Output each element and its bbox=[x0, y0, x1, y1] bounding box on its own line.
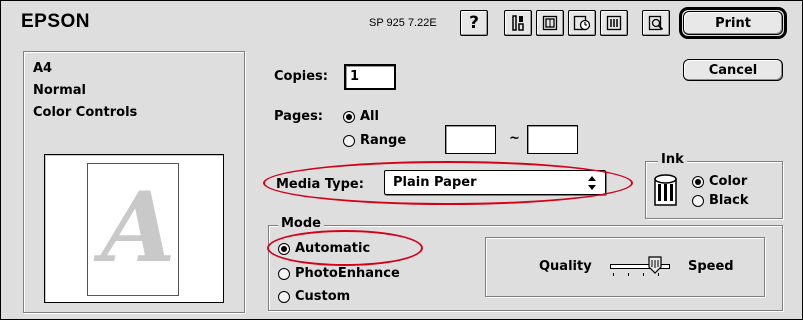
slider-tick bbox=[628, 273, 629, 276]
pages-all-label: All bbox=[360, 109, 379, 124]
range-separator: ~ bbox=[509, 131, 520, 146]
background-print-button[interactable] bbox=[568, 10, 596, 36]
preview-button[interactable] bbox=[642, 10, 670, 36]
slider-thumb-icon bbox=[648, 256, 662, 274]
summary-paper-size: A4 bbox=[33, 61, 53, 76]
help-icon: ? bbox=[469, 13, 479, 33]
brand-logo: EPSON bbox=[21, 11, 91, 32]
mode-group-label: Mode bbox=[278, 216, 324, 231]
preview-letter: A bbox=[101, 171, 176, 284]
printer-settings-icon bbox=[606, 15, 622, 31]
media-type-highlight bbox=[263, 161, 633, 205]
utility-icon bbox=[512, 15, 524, 31]
help-button[interactable]: ? bbox=[460, 10, 488, 36]
layout-icon bbox=[542, 15, 558, 31]
quality-label: Quality bbox=[539, 259, 592, 274]
ink-color-label: Color bbox=[709, 174, 748, 189]
slider-tick bbox=[613, 273, 614, 276]
pages-range-radio[interactable] bbox=[343, 135, 355, 147]
print-dialog: EPSON SP 925 7.22E ? Print Cancel A4 Nor… bbox=[0, 0, 803, 320]
mode-automatic-highlight bbox=[267, 230, 423, 266]
copies-label: Copies: bbox=[274, 69, 328, 84]
ink-cartridge-icon bbox=[654, 174, 677, 206]
mode-custom-label: Custom bbox=[295, 289, 351, 304]
summary-color-mode: Color Controls bbox=[33, 105, 138, 120]
range-to-input[interactable] bbox=[527, 125, 578, 154]
ink-black-radio[interactable] bbox=[692, 195, 704, 207]
copies-input[interactable]: 1 bbox=[344, 64, 396, 90]
pages-label: Pages: bbox=[274, 109, 324, 124]
print-button[interactable]: Print bbox=[683, 11, 783, 35]
speed-label: Speed bbox=[688, 259, 734, 274]
mode-photoenhance-radio[interactable] bbox=[278, 268, 290, 280]
ink-black-label: Black bbox=[709, 193, 749, 208]
cancel-button[interactable]: Cancel bbox=[683, 59, 783, 81]
quality-speed-slider-thumb[interactable] bbox=[648, 256, 662, 278]
printer-settings-button[interactable] bbox=[600, 10, 628, 36]
preview-icon bbox=[648, 15, 664, 31]
layout-button[interactable] bbox=[536, 10, 564, 36]
mode-photoenhance-label: PhotoEnhance bbox=[295, 266, 400, 281]
pages-all-radio[interactable] bbox=[343, 111, 355, 123]
utility-button[interactable] bbox=[504, 10, 532, 36]
slider-tick bbox=[643, 273, 644, 276]
background-print-icon bbox=[573, 15, 591, 31]
summary-orientation: Normal bbox=[33, 83, 86, 98]
ink-color-radio[interactable] bbox=[692, 176, 704, 188]
pages-range-label: Range bbox=[360, 133, 407, 148]
range-from-input[interactable] bbox=[445, 125, 496, 154]
driver-version: SP 925 7.22E bbox=[369, 17, 437, 29]
ink-group-label: Ink bbox=[658, 152, 687, 167]
mode-custom-radio[interactable] bbox=[278, 291, 290, 303]
